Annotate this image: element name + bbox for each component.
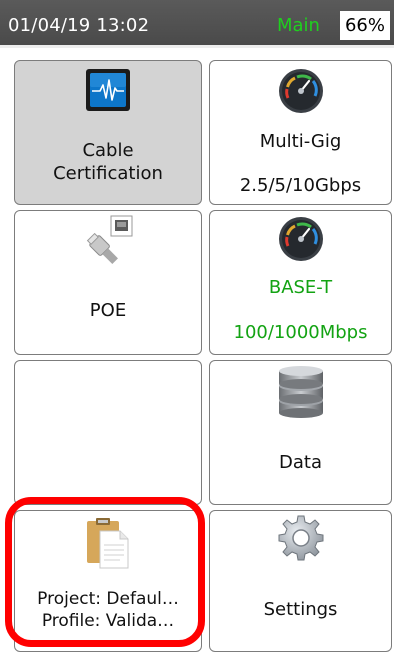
base-t-speed: 100/1000Mbps (233, 322, 368, 343)
mode-indicator: Main (277, 15, 320, 36)
poe-tile[interactable]: POE (14, 210, 202, 355)
base-t-tile[interactable]: BASE-T 100/1000Mbps (209, 210, 392, 355)
highlight-box (5, 497, 205, 647)
speedometer-icon (278, 68, 324, 118)
status-bar: 01/04/19 13:02 Main 66% (0, 0, 394, 48)
poe-title: POE (89, 300, 127, 321)
database-icon (276, 363, 326, 423)
multi-gig-title: Multi-Gig (259, 131, 342, 152)
battery-level: 66% (340, 11, 390, 40)
settings-tile[interactable]: Settings (209, 510, 392, 652)
cable-certification-tile[interactable]: Cable Certification (14, 60, 202, 205)
cable-certification-label-2: Certification (53, 163, 163, 184)
settings-title: Settings (263, 599, 338, 620)
base-t-title: BASE-T (268, 277, 333, 298)
ethernet-plug-icon (81, 215, 135, 271)
data-title: Data (279, 452, 322, 473)
speedometer-icon (278, 216, 324, 266)
data-tile[interactable]: Data (209, 360, 392, 505)
multi-gig-tile[interactable]: Multi-Gig 2.5/5/10Gbps (209, 60, 392, 205)
cable-certification-label-1: Cable (82, 140, 134, 161)
empty-tile (14, 360, 202, 505)
date-time: 01/04/19 13:02 (8, 15, 150, 36)
gear-icon (277, 514, 325, 566)
waveform-monitor-icon (85, 68, 131, 116)
multi-gig-speed: 2.5/5/10Gbps (239, 175, 362, 196)
